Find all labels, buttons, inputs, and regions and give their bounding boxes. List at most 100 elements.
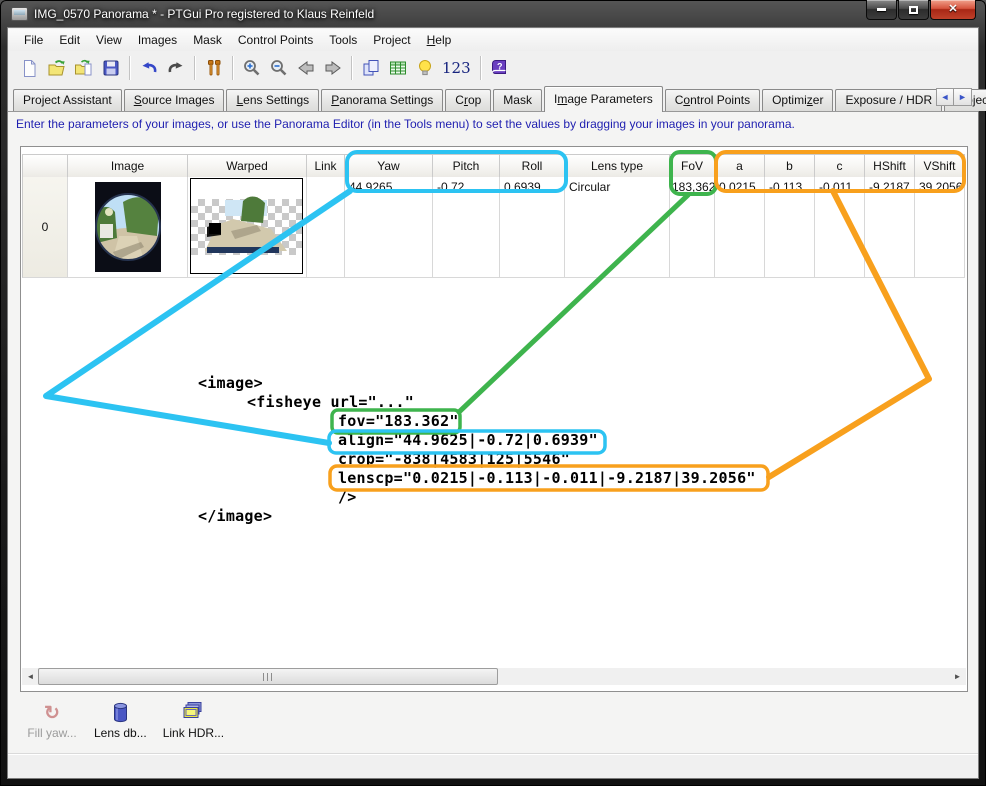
- code-line-image-close: </image>: [198, 507, 272, 525]
- tab-scroll-right-button[interactable]: ►: [954, 88, 972, 106]
- titlebar[interactable]: IMG_0570 Panorama * - PTGui Pro register…: [0, 0, 986, 28]
- warped-image-cell[interactable]: [188, 177, 307, 278]
- numeric-transform-button[interactable]: 123: [438, 55, 475, 82]
- new-project-button[interactable]: [16, 55, 43, 82]
- row-index-cell[interactable]: 0: [22, 177, 68, 278]
- column-header-b[interactable]: b: [765, 154, 815, 178]
- column-header-yaw[interactable]: Yaw: [345, 154, 433, 178]
- hshift-cell[interactable]: -9,2187: [865, 177, 915, 278]
- open-project-button[interactable]: [43, 55, 70, 82]
- toolbar: 123 ?: [8, 51, 978, 85]
- panorama-editor-button[interactable]: [357, 55, 384, 82]
- close-button[interactable]: ✕: [930, 0, 976, 20]
- b-cell[interactable]: -0,113: [765, 177, 815, 278]
- previous-image-button[interactable]: [292, 55, 319, 82]
- code-line-close-tag: />: [338, 488, 357, 506]
- column-header-vshift[interactable]: VShift: [915, 154, 965, 178]
- menu-view[interactable]: View: [88, 30, 130, 50]
- menu-help[interactable]: Help: [419, 30, 460, 50]
- source-image-cell[interactable]: [68, 177, 188, 278]
- lens-database-button[interactable]: Lens db...: [94, 697, 147, 740]
- tab-control-points[interactable]: Control Points: [665, 89, 760, 111]
- light-bulb-icon: [416, 58, 434, 78]
- column-header-image[interactable]: Image: [68, 154, 188, 178]
- help-button[interactable]: ?: [486, 55, 513, 82]
- table-icon: [388, 58, 408, 78]
- menu-control-points[interactable]: Control Points: [230, 30, 321, 50]
- tab-optimizer[interactable]: Optimizer: [762, 89, 833, 111]
- toolbar-separator: [194, 56, 195, 80]
- menu-project[interactable]: Project: [365, 30, 418, 50]
- yaw-cell[interactable]: 44,9265: [345, 177, 433, 278]
- next-image-button[interactable]: [319, 55, 346, 82]
- lens-type-cell[interactable]: Circular: [565, 177, 670, 278]
- tab-scroll-left-button[interactable]: ◄: [936, 88, 954, 106]
- maximize-button[interactable]: [898, 0, 929, 20]
- scrollbar-grip-icon: [263, 673, 273, 681]
- column-header-warped[interactable]: Warped: [188, 154, 307, 178]
- tab-exposure-hdr[interactable]: Exposure / HDR: [835, 89, 942, 111]
- tab-panorama-settings[interactable]: Panorama Settings: [321, 89, 443, 111]
- new-document-icon: [20, 59, 39, 78]
- zoom-in-button[interactable]: [238, 55, 265, 82]
- tab-mask[interactable]: Mask: [493, 89, 542, 111]
- column-header-rownum[interactable]: [22, 154, 68, 178]
- column-header-c[interactable]: c: [815, 154, 865, 178]
- app-icon: [11, 7, 28, 21]
- a-cell[interactable]: 0,0215: [715, 177, 765, 278]
- scroll-left-button[interactable]: ◄: [22, 668, 39, 685]
- zoom-out-button[interactable]: [265, 55, 292, 82]
- scroll-right-button[interactable]: ►: [949, 668, 966, 685]
- maximize-icon: [909, 6, 918, 14]
- menu-images[interactable]: Images: [130, 30, 185, 50]
- panorama-editor-icon: [361, 58, 381, 78]
- open-copy-icon: [74, 58, 94, 78]
- menubar: File Edit View Images Mask Control Point…: [8, 29, 978, 51]
- menu-mask[interactable]: Mask: [185, 30, 230, 50]
- roll-cell[interactable]: 0,6939: [500, 177, 565, 278]
- tab-image-parameters[interactable]: Image Parameters: [544, 86, 663, 112]
- horizontal-scrollbar[interactable]: ◄ ►: [22, 668, 966, 685]
- undo-icon: [138, 58, 160, 78]
- scrollbar-thumb[interactable]: [38, 668, 498, 685]
- c-cell[interactable]: -0,011: [815, 177, 865, 278]
- status-bar: [8, 753, 978, 778]
- save-project-button[interactable]: [97, 55, 124, 82]
- column-header-hshift[interactable]: HShift: [865, 154, 915, 178]
- column-header-a[interactable]: a: [715, 154, 765, 178]
- tab-lens-settings[interactable]: Lens Settings: [226, 89, 319, 111]
- open-copy-button[interactable]: [70, 55, 97, 82]
- tab-project-assistant[interactable]: Project Assistant: [13, 89, 122, 111]
- ptgui-window: IMG_0570 Panorama * - PTGui Pro register…: [0, 0, 986, 786]
- redo-button[interactable]: [162, 55, 189, 82]
- save-icon: [102, 59, 120, 77]
- tab-source-images[interactable]: Source Images: [124, 89, 225, 111]
- column-header-lens-type[interactable]: Lens type: [565, 154, 670, 178]
- column-header-roll[interactable]: Roll: [500, 154, 565, 178]
- preview-button[interactable]: [411, 55, 438, 82]
- column-header-fov[interactable]: FoV: [670, 154, 715, 178]
- code-line-fov: fov="183.362": [338, 412, 459, 430]
- column-header-link[interactable]: Link: [307, 154, 345, 178]
- tab-strip: Project Assistant Source Images Lens Set…: [8, 84, 978, 111]
- link-cell[interactable]: [307, 177, 345, 278]
- code-line-fisheye-url: <fisheye url="...": [247, 393, 414, 411]
- chevron-left-icon: ◄: [941, 92, 950, 102]
- close-icon: ✕: [948, 4, 957, 15]
- toolbar-separator: [351, 56, 352, 80]
- tab-crop[interactable]: Crop: [445, 89, 491, 111]
- detail-view-button[interactable]: [384, 55, 411, 82]
- vshift-cell[interactable]: 39,2056: [915, 177, 965, 278]
- window-title: IMG_0570 Panorama * - PTGui Pro register…: [34, 7, 374, 21]
- menu-tools[interactable]: Tools: [321, 30, 365, 50]
- pitch-cell[interactable]: -0,72: [433, 177, 500, 278]
- fov-cell[interactable]: 183,362: [670, 177, 715, 278]
- minimize-button[interactable]: [866, 0, 897, 20]
- tools-button[interactable]: [200, 55, 227, 82]
- fill-yaw-button[interactable]: ↻ Fill yaw...: [26, 697, 78, 740]
- undo-button[interactable]: [135, 55, 162, 82]
- menu-file[interactable]: File: [16, 30, 51, 50]
- link-hdr-button[interactable]: Link HDR...: [163, 697, 224, 740]
- menu-edit[interactable]: Edit: [51, 30, 88, 50]
- column-header-pitch[interactable]: Pitch: [433, 154, 500, 178]
